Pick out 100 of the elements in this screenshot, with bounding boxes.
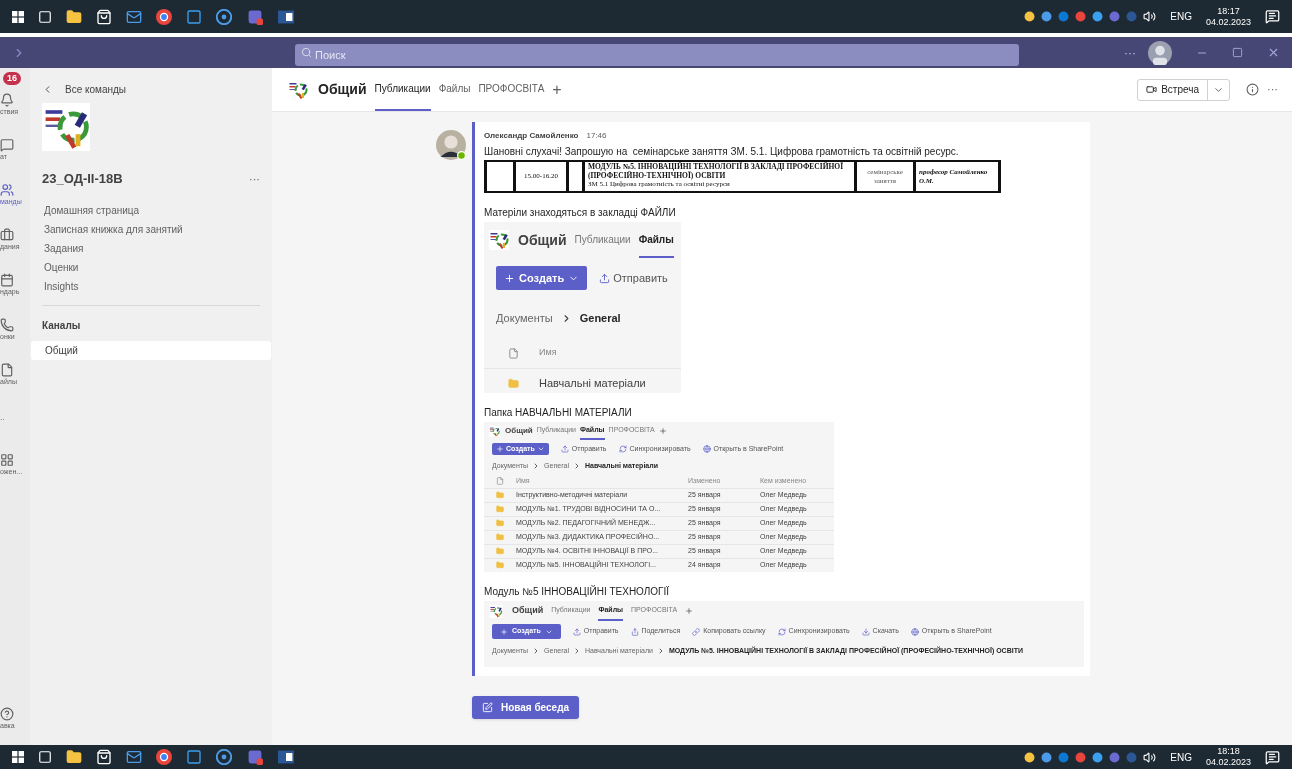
tray-icon[interactable] bbox=[1041, 751, 1053, 763]
avatar bbox=[436, 130, 466, 160]
snip-icon[interactable] bbox=[186, 749, 202, 765]
channel-title: Общий bbox=[318, 80, 367, 99]
avatar-icon[interactable] bbox=[1148, 40, 1172, 65]
clock-time[interactable]: 18:17 bbox=[1217, 5, 1240, 17]
info-icon[interactable] bbox=[1246, 83, 1259, 96]
language-indicator[interactable]: ENG bbox=[1170, 9, 1192, 24]
tray-icon[interactable] bbox=[1024, 11, 1036, 22]
clock-date[interactable]: 04.02.2023 bbox=[1205, 16, 1251, 28]
windows-icon[interactable] bbox=[12, 751, 24, 763]
mail-icon[interactable] bbox=[126, 8, 142, 25]
windows-icon[interactable] bbox=[12, 10, 24, 23]
more-button[interactable]: ··· bbox=[1124, 43, 1136, 62]
grid-icon bbox=[0, 453, 14, 467]
word-icon[interactable] bbox=[278, 8, 294, 25]
folder-icon bbox=[496, 519, 504, 527]
tray-icon[interactable] bbox=[1092, 11, 1104, 22]
plus-icon bbox=[496, 445, 504, 453]
folder-icon bbox=[496, 505, 504, 513]
folder-icon bbox=[508, 377, 519, 389]
folder-icon bbox=[496, 561, 504, 569]
table-cell[interactable]: Навчальні матеріали bbox=[539, 374, 649, 392]
chevron-icon bbox=[573, 462, 581, 471]
share-icon bbox=[630, 627, 639, 636]
more-options-button[interactable]: ··· bbox=[1267, 81, 1278, 98]
language-indicator[interactable]: ENG bbox=[1170, 749, 1192, 765]
browser-icon[interactable] bbox=[156, 749, 172, 765]
author-name: Олександр Самойленко bbox=[484, 130, 579, 142]
team-logo bbox=[42, 103, 90, 151]
breadcrumb-link[interactable]: General bbox=[579, 310, 621, 327]
channel-title: Общий bbox=[518, 230, 567, 250]
new-conversation-button[interactable]: Новая беседа bbox=[472, 696, 579, 719]
chevron-icon bbox=[573, 647, 581, 656]
volume-icon[interactable] bbox=[1143, 10, 1157, 23]
app-icon[interactable] bbox=[216, 8, 232, 25]
team-logo bbox=[488, 604, 504, 618]
tab[interactable]: ПРОФОСВІТА bbox=[478, 68, 545, 111]
add-tab-icon[interactable] bbox=[685, 607, 694, 615]
breadcrumb-link[interactable]: Документы bbox=[496, 310, 553, 327]
sidebar-item[interactable]: Insights bbox=[44, 280, 258, 293]
tab[interactable]: Файлы bbox=[638, 222, 674, 258]
channel-item[interactable]: Общий bbox=[31, 340, 271, 360]
plus-icon bbox=[504, 272, 515, 284]
tab[interactable]: Файлы bbox=[438, 68, 471, 111]
folder-icon[interactable] bbox=[66, 749, 82, 765]
column-header[interactable]: Имя bbox=[539, 346, 649, 360]
toolbar-button[interactable]: Отправить bbox=[599, 269, 668, 287]
timestamp: 17:46 bbox=[586, 130, 607, 142]
create-button[interactable]: Создать bbox=[496, 266, 588, 290]
upload-icon bbox=[572, 627, 581, 636]
more-options-button[interactable]: ··· bbox=[249, 170, 260, 187]
tab[interactable]: Публикации bbox=[374, 68, 431, 111]
clock-date[interactable]: 04.02.2023 bbox=[1205, 757, 1251, 768]
add-tab-button[interactable]: + bbox=[552, 77, 562, 102]
message-text: Модуль №5 ІННОВАЦІЙНІ ТЕХНОЛОГІЇ bbox=[484, 584, 671, 599]
message-text: Матеріли знаходяться в закладці ФАЙЛИ bbox=[484, 205, 677, 220]
download-icon bbox=[861, 627, 870, 636]
folder-icon bbox=[496, 533, 504, 541]
tray-icon[interactable] bbox=[1075, 11, 1087, 22]
team-logo bbox=[488, 425, 501, 437]
mail-icon[interactable] bbox=[126, 749, 142, 765]
channel-title: Общий bbox=[505, 425, 533, 437]
notifications-icon[interactable] bbox=[1265, 749, 1280, 765]
message-text: Шановні слухачі! Запрошую на семінарське заняття ЗМ. 5.1. Цифрова грамотність та освітній ресурс. bbox=[484, 145, 960, 159]
back-link[interactable]: Все команды bbox=[30, 83, 272, 95]
word-icon[interactable] bbox=[278, 749, 294, 765]
folder-icon[interactable] bbox=[66, 8, 82, 25]
maximize-icon[interactable] bbox=[1232, 47, 1243, 58]
browser-icon[interactable] bbox=[156, 8, 172, 25]
sidebar-item[interactable]: Записная книжка для занятий bbox=[44, 223, 258, 236]
task-view-icon[interactable] bbox=[38, 9, 52, 24]
video-icon bbox=[1146, 84, 1158, 95]
help-icon bbox=[0, 707, 14, 721]
plus-icon bbox=[500, 627, 508, 636]
volume-icon[interactable] bbox=[1143, 750, 1157, 764]
close-icon[interactable] bbox=[1267, 46, 1280, 59]
clock-time[interactable]: 18:18 bbox=[1217, 746, 1240, 757]
sidebar-item[interactable]: Оценки bbox=[44, 261, 258, 274]
upload-icon bbox=[560, 445, 569, 453]
teams-app-icon[interactable] bbox=[246, 8, 264, 25]
search-field[interactable]: Поиск bbox=[295, 43, 1019, 66]
tab[interactable]: Публикации bbox=[574, 222, 631, 258]
sidebar-item[interactable]: Задания bbox=[44, 242, 258, 255]
tray-icon[interactable] bbox=[1041, 11, 1053, 22]
sidebar-item[interactable]: Домашняя страница bbox=[44, 204, 258, 217]
phone-icon bbox=[0, 318, 14, 332]
tray-icon[interactable] bbox=[1075, 751, 1087, 763]
task-view-icon[interactable] bbox=[38, 750, 52, 764]
tray-icon[interactable] bbox=[1092, 751, 1104, 763]
snip-icon[interactable] bbox=[186, 8, 202, 25]
tray-icon[interactable] bbox=[1024, 751, 1036, 763]
sync-icon bbox=[777, 627, 786, 636]
app-icon[interactable] bbox=[216, 749, 232, 765]
teams-app-icon[interactable] bbox=[246, 749, 264, 765]
store-icon[interactable] bbox=[96, 8, 112, 25]
upload-icon bbox=[599, 272, 611, 284]
add-tab-icon[interactable] bbox=[658, 427, 667, 435]
store-icon[interactable] bbox=[96, 749, 112, 765]
notifications-icon[interactable] bbox=[1265, 9, 1280, 24]
